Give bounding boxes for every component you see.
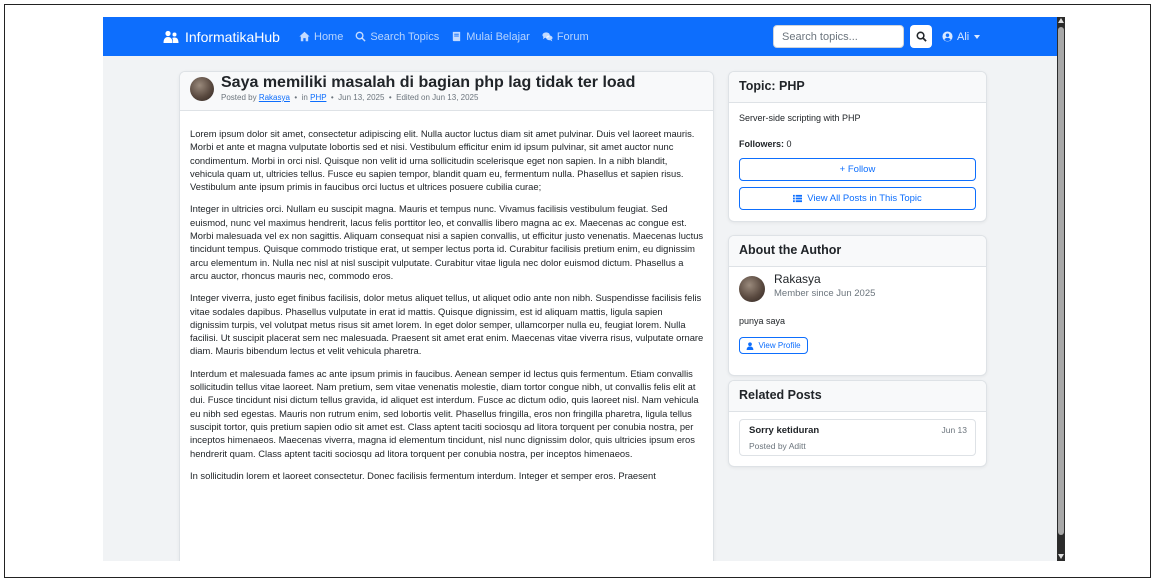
scrollbar[interactable]: [1057, 17, 1065, 561]
search-input[interactable]: [773, 25, 904, 48]
followers-value: 0: [786, 139, 792, 149]
nav-search-topics-label: Search Topics: [370, 30, 440, 43]
related-post-date: Jun 13: [941, 425, 967, 435]
user-icon: [747, 341, 754, 350]
view-profile-label: View Profile: [758, 341, 801, 350]
post-topic-link[interactable]: PHP: [310, 93, 326, 102]
post-date: Jun 13, 2025: [338, 93, 385, 102]
nav-links: Home Search Topics Mulai Belajar Forum: [299, 17, 601, 56]
author-card: About the Author Rakasya Member since Ju…: [728, 235, 987, 376]
nav-home-label: Home: [314, 30, 344, 43]
author-card-title: About the Author: [729, 236, 986, 267]
caret-down-icon: [974, 34, 981, 39]
comments-icon: [542, 32, 553, 42]
search-icon: [916, 31, 927, 42]
user-name: Ali: [957, 30, 970, 43]
page-viewport: InformatikaHub Home Search Topics Mulai …: [103, 17, 1065, 561]
nav-mulai-belajar-label: Mulai Belajar: [466, 30, 530, 43]
meta-separator: •: [388, 93, 392, 102]
post-body: Lorem ipsum dolor sit amet, consectetur …: [190, 127, 704, 491]
topic-card-title: Topic: PHP: [729, 72, 986, 103]
posted-by-label: Posted by: [221, 93, 257, 102]
nav-search-topics[interactable]: Search Topics: [355, 31, 439, 43]
navbar: InformatikaHub Home Search Topics Mulai …: [103, 17, 1057, 56]
follow-button[interactable]: + Follow: [739, 158, 976, 181]
in-label: in: [301, 93, 308, 102]
view-all-posts-button[interactable]: View All Posts in This Topic: [739, 187, 976, 210]
brand-link[interactable]: InformatikaHub: [163, 17, 280, 56]
post-meta: Posted by Rakasya • in PHP • Jun 13, 202…: [221, 93, 478, 102]
user-menu[interactable]: Ali: [942, 17, 981, 56]
view-profile-button[interactable]: View Profile: [739, 337, 808, 354]
users-icon: [163, 30, 179, 43]
home-icon: [299, 31, 310, 42]
related-post-author: Posted by Aditt: [749, 441, 806, 451]
user-circle-icon: [942, 31, 953, 42]
meta-separator: •: [330, 93, 334, 102]
post-paragraph: Integer in ultricies orci. Nullam eu sus…: [190, 203, 704, 281]
author-bio: punya saya: [739, 316, 786, 326]
author-name: Rakasya: [774, 272, 821, 286]
followers-count: Followers: 0: [739, 139, 792, 149]
nav-forum[interactable]: Forum: [542, 31, 589, 43]
brand-name: InformatikaHub: [185, 28, 280, 45]
post-header: Saya memiliki masalah di bagian php lag …: [180, 72, 713, 111]
scroll-up-arrow-icon[interactable]: [1058, 18, 1064, 23]
topic-description: Server-side scripting with PHP: [739, 113, 861, 123]
nav-mulai-belajar[interactable]: Mulai Belajar: [451, 31, 530, 43]
scrollbar-thumb[interactable]: [1058, 27, 1064, 535]
related-posts-title: Related Posts: [729, 381, 986, 412]
nav-home[interactable]: Home: [299, 31, 343, 43]
post-title: Saya memiliki masalah di bagian php lag …: [221, 74, 636, 91]
post-card: Saya memiliki masalah di bagian php lag …: [179, 71, 714, 561]
related-posts-card: Related Posts Sorry ketiduran Jun 13 Pos…: [728, 380, 987, 467]
follow-button-label: + Follow: [839, 164, 876, 175]
post-paragraph: Lorem ipsum dolor sit amet, consectetur …: [190, 128, 695, 193]
author-avatar: [190, 77, 214, 101]
post-author-link[interactable]: Rakasya: [259, 93, 290, 102]
view-all-posts-label: View All Posts in This Topic: [807, 193, 922, 204]
related-post-item[interactable]: Sorry ketiduran Jun 13 Posted by Aditt: [739, 419, 976, 456]
search-icon: [355, 31, 366, 42]
post-edited: Edited on Jun 13, 2025: [396, 93, 479, 102]
meta-separator: •: [294, 93, 298, 102]
author-member-since: Member since Jun 2025: [774, 288, 876, 299]
nav-forum-label: Forum: [556, 30, 589, 43]
post-paragraph: Interdum et malesuada fames ac ante ipsu…: [190, 367, 699, 459]
scroll-down-arrow-icon[interactable]: [1058, 554, 1064, 559]
author-avatar: [739, 276, 765, 302]
related-post-title: Sorry ketiduran: [749, 425, 820, 436]
post-paragraph: In sollicitudin lorem et laoreet consect…: [190, 469, 656, 481]
book-icon: [453, 31, 461, 42]
topic-card: Topic: PHP Server-side scripting with PH…: [728, 71, 987, 222]
followers-label: Followers:: [739, 139, 785, 149]
list-icon: [793, 194, 803, 203]
search-button[interactable]: [910, 25, 932, 48]
browser-frame: InformatikaHub Home Search Topics Mulai …: [4, 4, 1151, 578]
post-paragraph: Integer viverra, justo eget finibus faci…: [190, 292, 704, 357]
